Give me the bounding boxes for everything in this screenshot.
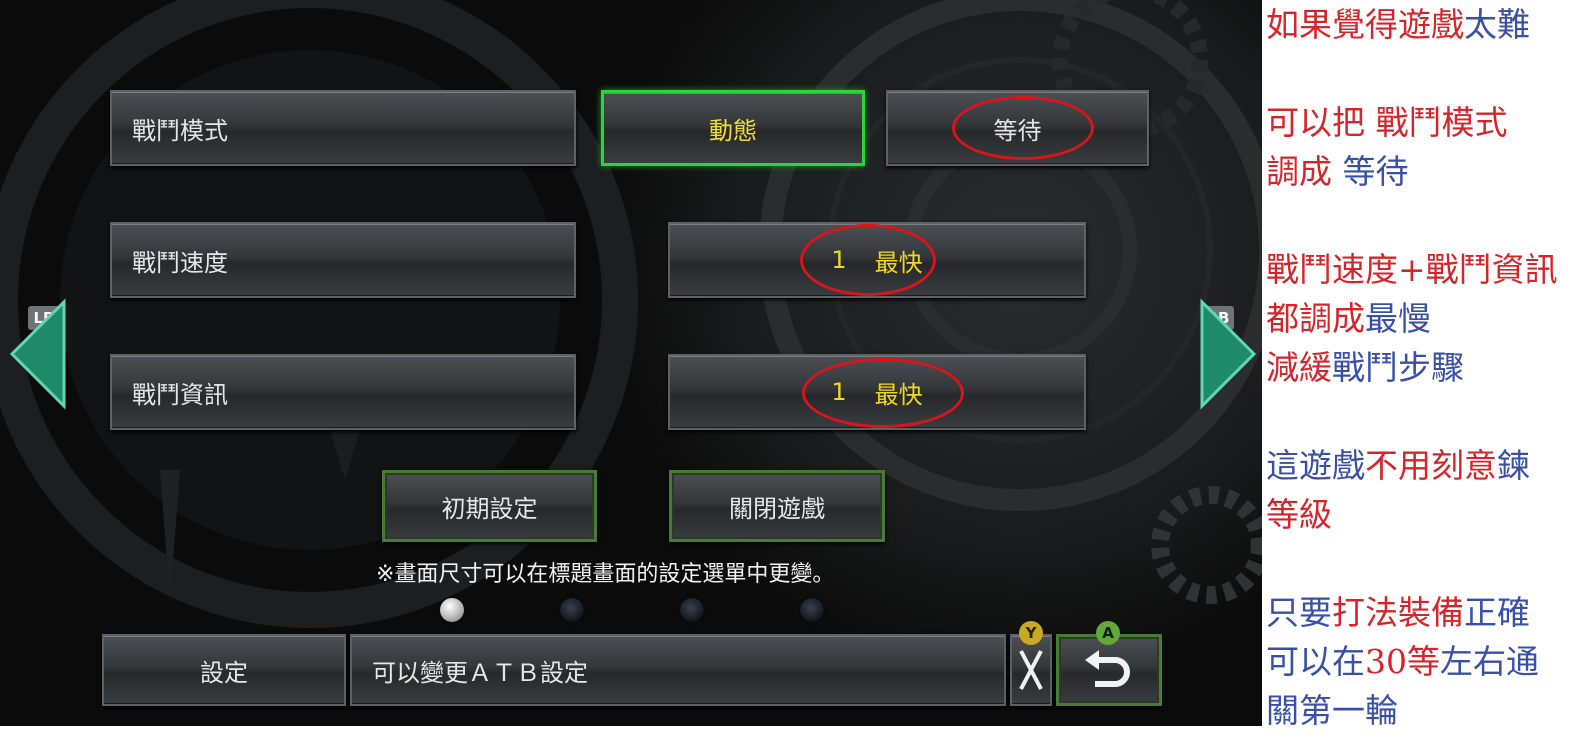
annotation-text: 關第一輪 [1266, 691, 1398, 730]
annotation-line-3: 調成 等待 [1266, 147, 1592, 196]
battle-mode-option-active[interactable]: 動態 [601, 90, 865, 166]
annotation-text: 正確 [1464, 593, 1530, 632]
battle-mode-label: 戰鬥模式 [110, 90, 576, 166]
annotation-text: 太難 [1464, 5, 1530, 44]
annotation-panel: 如果覺得遊戲太難 可以把 戰鬥模式 調成 等待 戰鬥速度+戰鬥資訊 都調成最慢 … [1266, 0, 1592, 730]
a-button-badge: A [1096, 621, 1120, 645]
y-button-badge: Y [1019, 621, 1043, 645]
red-circle-annotation [802, 358, 964, 428]
annotation-line-6: 減緩戰鬥步驟 [1266, 343, 1592, 392]
annotation-line-5: 都調成最慢 [1266, 294, 1592, 343]
annotation-text: 戰鬥步驟 [1332, 348, 1464, 387]
annotation-text: 鍊 [1497, 446, 1530, 485]
annotation-text: 等待 [1332, 152, 1409, 191]
annotation-line-11: 關第一輪 [1266, 686, 1592, 735]
right-arrow-icon[interactable] [1196, 298, 1258, 410]
annotation-text: 不用刻意 [1365, 446, 1497, 485]
annotation-text: 30等 [1365, 642, 1440, 681]
battle-speed-label: 戰鬥速度 [110, 222, 576, 298]
close-game-label: 關閉遊戲 [729, 494, 825, 523]
annotation-text: 可以把 戰鬥模式 [1266, 103, 1508, 142]
annotation-text: 最慢 [1365, 299, 1431, 338]
screen-size-note: ※畫面尺寸可以在標題畫面的設定選單中更變。 [376, 562, 835, 587]
x-mark-icon [1019, 650, 1043, 690]
page-dot-1[interactable] [440, 598, 464, 622]
annotation-text: 調成 [1266, 152, 1332, 191]
footer-title-text: 設定 [200, 658, 248, 687]
annotation-line-1: 如果覺得遊戲太難 [1266, 0, 1592, 49]
annotation-line-9: 只要打法裝備正確 [1266, 588, 1592, 637]
red-circle-annotation [952, 96, 1094, 160]
annotation-line-2: 可以把 戰鬥模式 [1266, 98, 1592, 147]
battle-speed-label-text: 戰鬥速度 [132, 248, 228, 277]
annotation-line-4: 戰鬥速度+戰鬥資訊 [1266, 245, 1592, 294]
game-screen: 戰鬥模式 動態 等待 戰鬥速度 1 最快 戰鬥資訊 1 最快 初期設定 關閉遊戲… [0, 0, 1262, 726]
annotation-text: 戰鬥速度+戰鬥資訊 [1266, 250, 1558, 289]
annotation-text: 如果覺得遊戲 [1266, 5, 1464, 44]
annotation-text: 這遊戲 [1266, 446, 1365, 485]
annotation-text: 等級 [1266, 495, 1332, 534]
reset-defaults-button[interactable]: 初期設定 [382, 470, 597, 542]
return-arrow-icon [1085, 650, 1130, 687]
page-dot-2[interactable] [560, 598, 584, 622]
battle-info-label: 戰鬥資訊 [110, 354, 576, 430]
page-dot-4[interactable] [800, 598, 824, 622]
annotation-text: 都調成 [1266, 299, 1365, 338]
annotation-text: 可以在 [1266, 642, 1365, 681]
footer-section-title: 設定 [102, 634, 346, 706]
footer-description-text: 可以變更ＡＴＢ設定 [372, 658, 588, 687]
annotation-line-10: 可以在30等左右通 [1266, 637, 1592, 686]
left-arrow-icon[interactable] [8, 298, 70, 410]
annotation-text: 打法裝備 [1332, 593, 1464, 632]
battle-info-label-text: 戰鬥資訊 [132, 380, 228, 409]
footer-description: 可以變更ＡＴＢ設定 [350, 634, 1006, 706]
annotation-text: 減緩 [1266, 348, 1332, 387]
battle-mode-label-text: 戰鬥模式 [132, 116, 228, 145]
annotation-line-7: 這遊戲不用刻意鍊 [1266, 441, 1592, 490]
red-circle-annotation [800, 224, 936, 296]
battle-mode-active-text: 動態 [709, 116, 757, 145]
page-dot-3[interactable] [680, 598, 704, 622]
annotation-line-8: 等級 [1266, 490, 1592, 539]
reset-defaults-label: 初期設定 [441, 494, 538, 523]
close-game-button[interactable]: 關閉遊戲 [669, 470, 885, 542]
annotation-text: 只要 [1266, 593, 1332, 632]
annotation-text: 左右通 [1440, 642, 1539, 681]
